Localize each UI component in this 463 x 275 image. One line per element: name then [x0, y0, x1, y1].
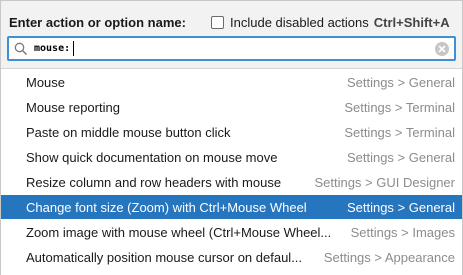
search-field[interactable]	[7, 36, 456, 61]
result-row[interactable]: Mouse reporting Settings > Terminal	[1, 95, 462, 119]
result-row[interactable]: Show quick documentation on mouse move S…	[1, 145, 462, 169]
result-location: Settings > General	[346, 199, 455, 215]
result-row-selected[interactable]: Change font size (Zoom) with Ctrl+Mouse …	[1, 195, 462, 219]
result-label: Zoom image with mouse wheel (Ctrl+Mouse …	[26, 224, 332, 240]
text-caret	[73, 41, 74, 56]
result-location: Settings > Terminal	[344, 124, 455, 140]
result-label: Mouse reporting	[26, 99, 120, 115]
result-row[interactable]: Paste on middle mouse button click Setti…	[1, 120, 462, 144]
result-label: Change font size (Zoom) with Ctrl+Mouse …	[26, 199, 307, 215]
result-row[interactable]: Mouse Settings > General	[1, 70, 462, 94]
result-location: Settings > GUI Designer	[314, 174, 455, 190]
include-disabled-label[interactable]: Include disabled actions	[230, 15, 369, 30]
result-label: Paste on middle mouse button click	[26, 124, 231, 140]
popup-header: Enter action or option name: Include dis…	[1, 1, 462, 67]
popup-title: Enter action or option name:	[9, 15, 186, 30]
include-disabled-shortcut: Ctrl+Shift+A	[373, 14, 450, 30]
result-label: Resize column and row headers with mouse	[26, 174, 282, 190]
result-label: Mouse	[26, 74, 66, 90]
goto-action-popup: Enter action or option name: Include dis…	[0, 0, 463, 275]
results-list: Mouse Settings > General Mouse reporting…	[1, 68, 462, 275]
result-row[interactable]: Zoom image with mouse wheel (Ctrl+Mouse …	[1, 220, 462, 244]
result-location: Settings > General	[346, 149, 455, 165]
include-disabled-option[interactable]: Include disabled actions Ctrl+Shift+A	[211, 13, 450, 31]
result-label: Show quick documentation on mouse move	[26, 149, 278, 165]
result-location: Settings > Appearance	[323, 249, 455, 265]
result-location: Settings > General	[346, 74, 455, 90]
result-row[interactable]: Automatically position mouse cursor on d…	[1, 245, 462, 269]
result-location: Settings > Terminal	[344, 99, 455, 115]
clear-icon[interactable]	[435, 42, 449, 56]
result-label: Automatically position mouse cursor on d…	[26, 249, 303, 265]
search-icon	[12, 40, 30, 58]
result-location: Settings > Images	[350, 224, 455, 240]
result-row[interactable]: Resize column and row headers with mouse…	[1, 170, 462, 194]
include-disabled-checkbox[interactable]	[211, 15, 224, 29]
search-input[interactable]	[30, 39, 420, 58]
